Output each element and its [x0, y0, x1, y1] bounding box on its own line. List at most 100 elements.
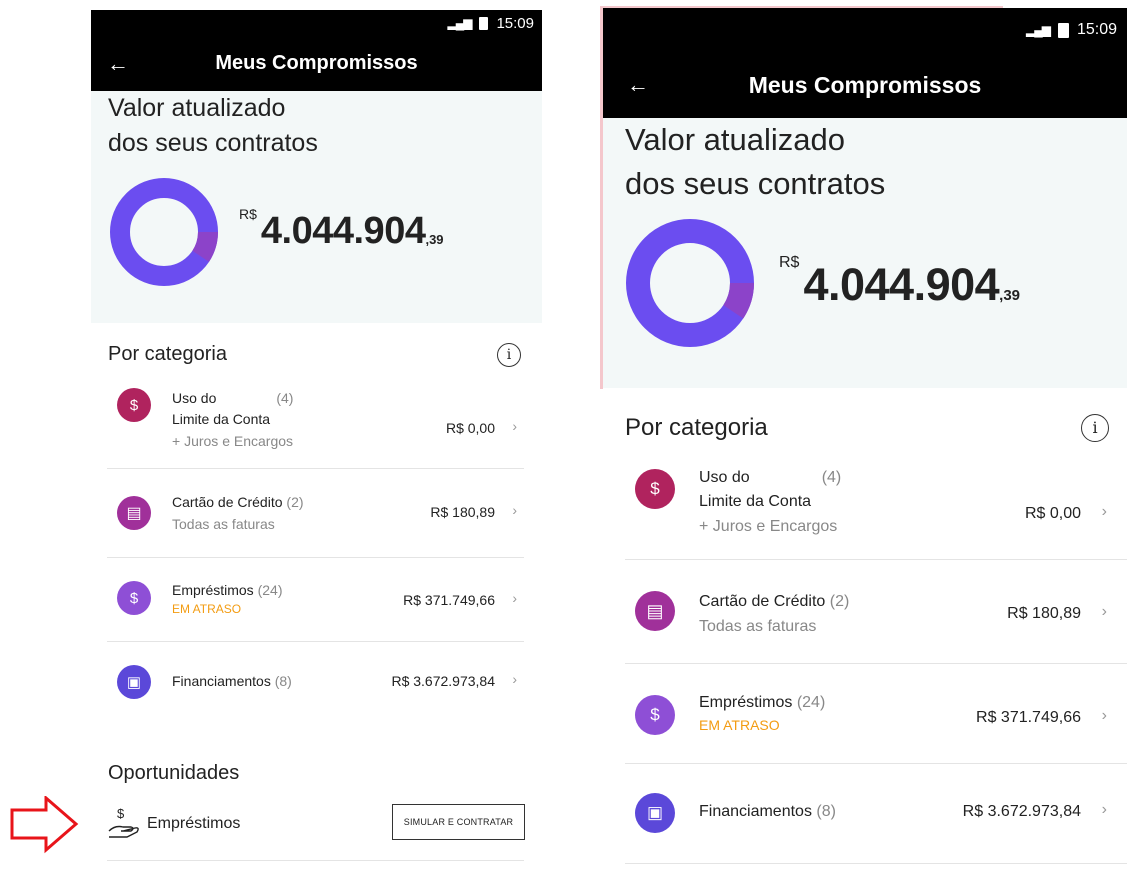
row-count: (8) [816, 803, 836, 820]
chevron-right-icon: › [1101, 603, 1107, 620]
category-row-credit-card[interactable]: ▤ Cartão de Crédito (2) Todas as faturas… [107, 468, 524, 558]
donut-accent-arc [192, 231, 219, 262]
arrow-left-icon[interactable]: ← [107, 51, 129, 77]
amount-cents: ,39 [425, 232, 444, 247]
financing-icon: ▣ [635, 793, 675, 833]
row-count: (8) [274, 673, 292, 689]
total-amount: R$ 4.044.904 ,39 [239, 206, 444, 253]
category-row-overdraft[interactable]: $ Uso do (4) Limite da Conta + Juros e En… [107, 378, 524, 469]
battery-icon [479, 16, 489, 30]
financing-icon: ▣ [117, 665, 151, 699]
row-value: R$ 371.749,66 [403, 592, 495, 608]
donut-main-arc [110, 178, 218, 286]
simulate-contract-button[interactable]: SIMULAR E CONTRATAR [392, 804, 525, 840]
chevron-right-icon: › [512, 418, 517, 434]
chevron-right-icon: › [512, 590, 517, 606]
category-row-financing[interactable]: ▣ Financiamentos (8) R$ 3.672.973,84 › [625, 763, 1127, 864]
signal-icon: ▂▄▆ [1025, 23, 1051, 37]
hero-label-line1: Valor atualizado [108, 94, 286, 122]
row-value: R$ 180,89 [430, 504, 495, 520]
row-count: (2) [286, 494, 304, 510]
section-title-opportunities: Oportunidades [108, 762, 240, 784]
row-name: Cartão de Crédito [699, 593, 826, 610]
phone-screen-left: ▂▄▆ 15:09 ← Meus Compromissos Valor atua… [91, 10, 542, 875]
late-badge: EM ATRASO [699, 717, 780, 733]
info-icon[interactable]: i [1081, 414, 1109, 442]
chevron-right-icon: › [1101, 801, 1107, 818]
row-name: Empréstimos [172, 582, 254, 598]
currency-symbol: R$ [239, 206, 257, 222]
status-bar: ▂▄▆ 15:09 [91, 10, 542, 36]
opportunity-label: Empréstimos [147, 815, 241, 832]
hero-label-line2: dos seus contratos [108, 129, 318, 157]
hero-label-line2: dos seus contratos [625, 166, 886, 202]
app-bar: ← Meus Compromissos [91, 36, 542, 91]
category-row-financing[interactable]: ▣ Financiamentos (8) R$ 3.672.973,84 › [107, 641, 524, 718]
amount-main: 4.044.904 [803, 259, 1000, 310]
row-name: Financiamentos [699, 803, 812, 820]
late-badge: EM ATRASO [172, 602, 242, 616]
overdraft-icon: $ [635, 469, 675, 509]
overdraft-icon: $ [117, 388, 151, 422]
section-title-categories: Por categoria [625, 414, 768, 441]
row-value: R$ 3.672.973,84 [391, 673, 495, 689]
chevron-right-icon: › [1101, 707, 1107, 724]
page-title: Meus Compromissos [215, 52, 418, 74]
category-row-credit-card[interactable]: ▤ Cartão de Crédito (2) Todas as faturas… [625, 559, 1127, 664]
category-list: $ Uso do (4) Limite da Conta + Juros e En… [107, 378, 524, 718]
row-subtitle: + Juros e Encargos [172, 433, 294, 449]
total-value-card: Valor atualizado dos seus contratos R$ 4… [603, 118, 1127, 388]
hero-label-line1: Valor atualizado [625, 122, 846, 157]
row-name: Uso do [699, 469, 750, 486]
row-subtitle: Todas as faturas [699, 618, 817, 635]
row-subtitle: + Juros e Encargos [699, 518, 838, 535]
row-value: R$ 0,00 [445, 420, 495, 436]
total-amount: R$ 4.044.904 ,39 [779, 254, 1020, 311]
row-value: R$ 180,89 [1007, 605, 1081, 622]
row-value: R$ 0,00 [1024, 505, 1081, 522]
row-count: (24) [257, 582, 283, 598]
category-row-overdraft[interactable]: $ Uso do (4) Limite da Conta + Juros e En… [625, 455, 1127, 560]
arrow-left-icon[interactable]: ← [627, 72, 649, 98]
signal-icon: ▂▄▆ [447, 16, 472, 30]
opportunity-row: $ Empréstimos SIMULAR E CONTRATAR [107, 802, 525, 861]
row-name: Uso do [172, 390, 217, 406]
loan-hand-icon: $ [108, 806, 139, 838]
loan-icon: $ [635, 695, 675, 735]
svg-text:$: $ [117, 806, 125, 821]
red-arrow-icon [10, 796, 79, 854]
row-name: Financiamentos [172, 673, 271, 689]
chevron-right-icon: › [512, 671, 517, 687]
amount-main: 4.044.904 [260, 210, 426, 252]
row-count: (4) [821, 469, 842, 486]
info-icon[interactable]: i [497, 343, 521, 367]
category-row-loans[interactable]: $ Empréstimos (24) EM ATRASO R$ 371.749,… [625, 663, 1127, 764]
row-value: R$ 3.672.973,84 [962, 803, 1081, 820]
donut-chart [110, 178, 219, 286]
row-name-2: Limite da Conta [172, 411, 271, 427]
row-name: Empréstimos [699, 694, 793, 711]
chevron-right-icon: › [1101, 503, 1107, 520]
amount-cents: ,39 [999, 287, 1021, 304]
total-value-card: Valor atualizado dos seus contratos R$ 4… [91, 91, 542, 323]
row-subtitle: Todas as faturas [172, 516, 275, 532]
chevron-right-icon: › [512, 502, 517, 518]
row-count: (2) [829, 593, 850, 610]
page-title: Meus Compromissos [748, 71, 982, 98]
card-icon: ▤ [635, 591, 675, 631]
category-row-loans[interactable]: $ Empréstimos (24) EM ATRASO R$ 371.749,… [107, 557, 524, 642]
row-value: R$ 371.749,66 [976, 709, 1081, 726]
card-icon: ▤ [117, 496, 151, 530]
phone-screen-right: ▂▄▆ 15:09 ← Meus Compromissos Valor atua… [603, 8, 1127, 875]
row-count: (24) [796, 694, 826, 711]
donut-chart [626, 219, 754, 347]
battery-icon [1057, 22, 1069, 38]
loan-icon: $ [117, 581, 151, 615]
category-list: $ Uso do (4) Limite da Conta + Juros e En… [625, 455, 1127, 875]
status-bar: ▂▄▆ 15:09 [603, 8, 1127, 52]
status-time: 15:09 [496, 14, 534, 32]
row-name: Cartão de Crédito [172, 494, 283, 510]
donut-main-arc [626, 219, 754, 347]
section-title-categories: Por categoria [108, 343, 227, 365]
row-name-2: Limite da Conta [699, 493, 812, 510]
